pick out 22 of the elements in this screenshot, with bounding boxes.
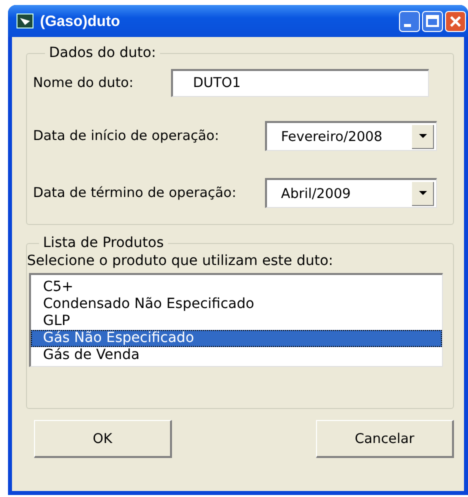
group-legend: Lista de Produtos bbox=[39, 235, 168, 251]
end-date-dropdown[interactable]: Abril/2009 bbox=[265, 178, 437, 208]
app-icon bbox=[16, 13, 34, 29]
field-label: Data de término de operação: bbox=[33, 185, 236, 201]
list-item[interactable]: Gás Não Especificado bbox=[31, 330, 442, 347]
list-item[interactable]: Condensado Não Especificado bbox=[31, 296, 442, 313]
list-item[interactable]: Gás de Venda bbox=[31, 347, 442, 364]
ok-button[interactable]: OK bbox=[34, 420, 172, 458]
maximize-icon[interactable] bbox=[422, 10, 443, 32]
field-label: Nome do duto: bbox=[33, 75, 134, 91]
name-field[interactable]: DUTO1 bbox=[171, 69, 429, 97]
cancel-button[interactable]: Cancelar bbox=[316, 420, 454, 458]
close-icon[interactable] bbox=[445, 10, 466, 32]
instruction-text: Selecione o produto que utilizam este duto: bbox=[27, 253, 334, 269]
list-item[interactable]: C5+ bbox=[31, 279, 442, 296]
window-title: (Gaso)duto bbox=[40, 12, 121, 30]
field-label: Data de início de operação: bbox=[33, 128, 220, 144]
product-list[interactable]: C5+ Condensado Não Especificado GLP Gás Não Especificado Gás de Venda bbox=[29, 273, 443, 367]
list-item[interactable]: GLP bbox=[31, 313, 442, 330]
group-legend: Dados do duto: bbox=[45, 45, 160, 61]
start-date-dropdown[interactable]: Fevereiro/2008 bbox=[265, 121, 437, 151]
minimize-icon[interactable] bbox=[399, 10, 420, 32]
